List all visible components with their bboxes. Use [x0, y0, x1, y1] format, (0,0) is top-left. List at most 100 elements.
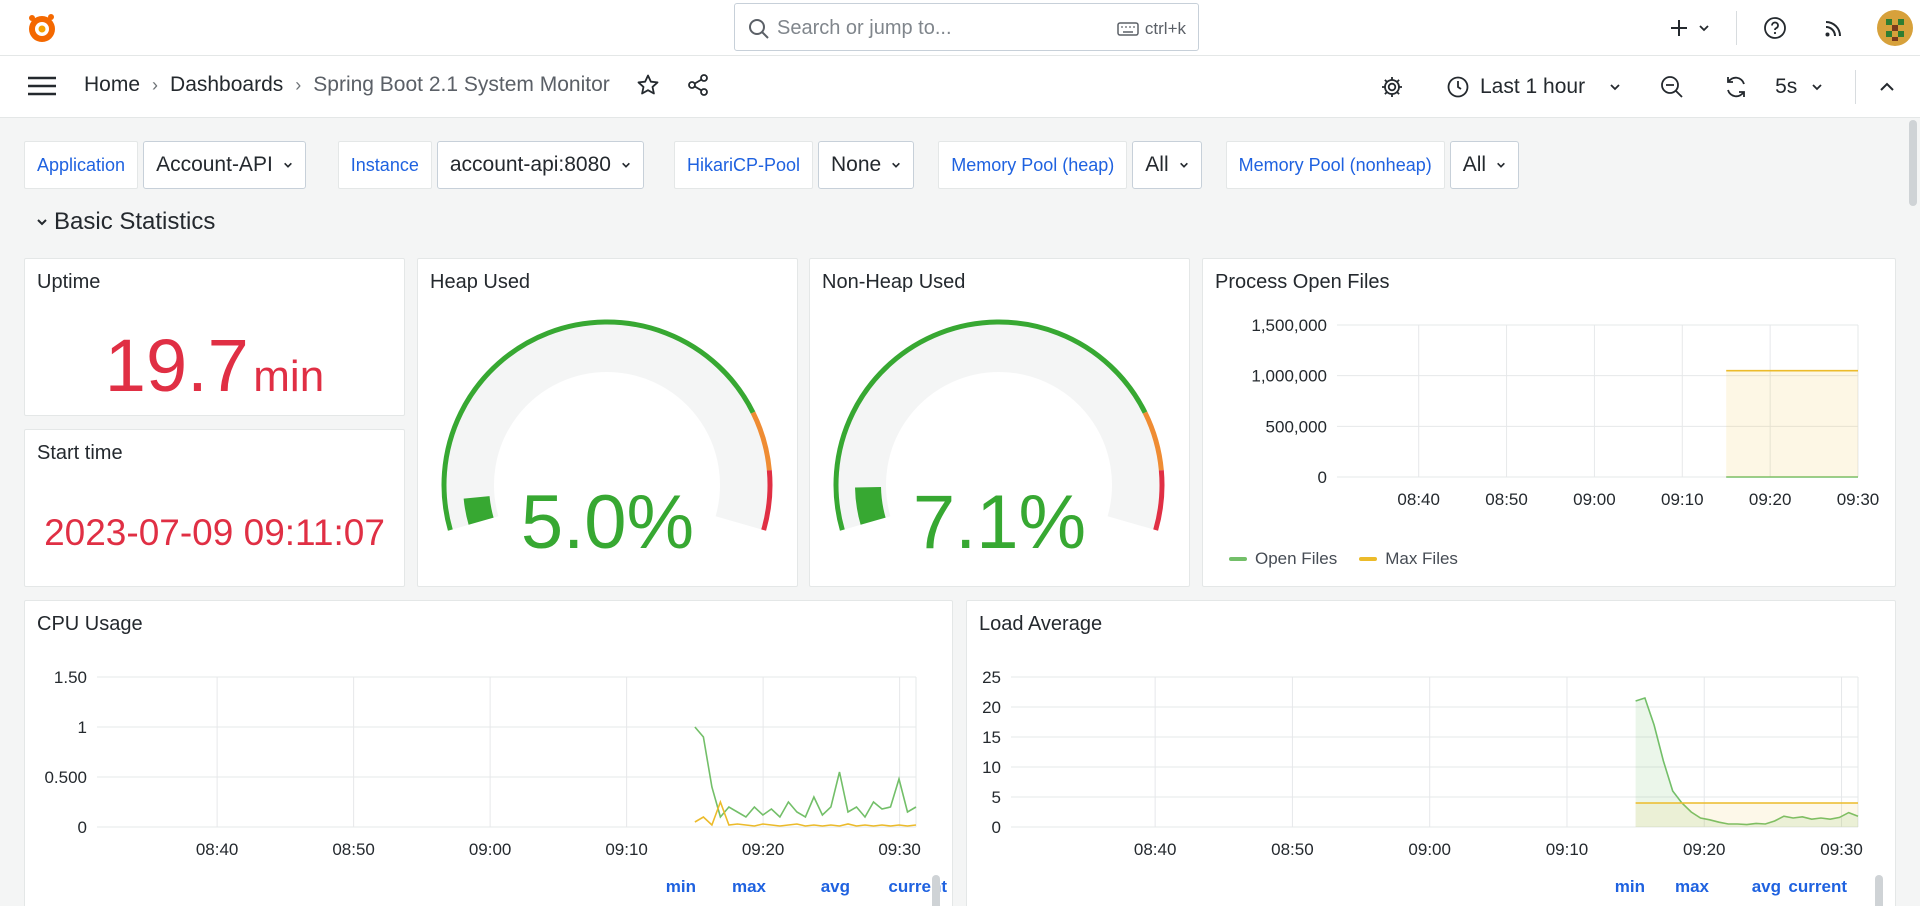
template-variables: Application Account-API Instance account…	[24, 141, 1520, 189]
y-tick-label: 0	[1318, 468, 1327, 487]
x-tick-label: 09:10	[1661, 490, 1704, 509]
panel-uptime[interactable]: Uptime 19.7 min	[24, 258, 405, 416]
variable-label-hikaricp-pool: HikariCP-Pool	[673, 141, 813, 189]
col-max[interactable]: max	[696, 877, 766, 897]
load-legend-table-header: min max avg current	[1577, 877, 1847, 897]
legend-item-open-files[interactable]: Open Files	[1229, 549, 1337, 569]
menu-icon[interactable]	[26, 74, 58, 98]
col-min[interactable]: min	[1577, 877, 1645, 897]
search-shortcut-text: ctrl+k	[1144, 19, 1186, 38]
zoom-out-icon[interactable]	[1659, 74, 1685, 100]
panel-title: CPU Usage	[37, 613, 143, 635]
col-avg[interactable]: avg	[1709, 877, 1781, 897]
uptime-value: 19.7	[104, 324, 249, 407]
variable-select-application[interactable]: Account-API	[143, 141, 306, 189]
panel-start-time[interactable]: Start time 2023-07-09 09:11:07	[24, 429, 405, 587]
chevron-down-icon	[1179, 162, 1188, 168]
star-icon[interactable]	[636, 73, 660, 97]
breadcrumb-current: Spring Boot 2.1 System Monitor	[313, 73, 610, 96]
search-icon	[749, 19, 769, 39]
col-current[interactable]: current	[1781, 877, 1847, 897]
panel-load-average[interactable]: Load Average 25 20 15 10 5 0 08:40 08:50 09:00 09…	[966, 600, 1896, 906]
panel-process-open-files[interactable]: Process Open Files 1,500,000 1,000,000 500…	[1202, 258, 1896, 587]
chevron-up-icon[interactable]	[1878, 78, 1896, 96]
grafana-logo-icon[interactable]	[24, 10, 60, 46]
search-shortcut: ctrl+k	[1117, 19, 1186, 39]
breadcrumb: Home › Dashboards › Spring Boot 2.1 Syst…	[84, 73, 710, 97]
y-tick-label: 1.50	[54, 668, 87, 687]
variable-value: All	[1462, 153, 1487, 176]
chevron-down-icon	[1812, 84, 1822, 91]
series-area-cores	[1635, 803, 1858, 827]
new-menu-button[interactable]	[1668, 17, 1710, 39]
col-max[interactable]: max	[1645, 877, 1709, 897]
chevron-down-icon	[1699, 25, 1709, 32]
variable-value: Account-API	[156, 153, 273, 176]
panel-title: Non-Heap Used	[822, 271, 966, 293]
keyboard-icon	[1117, 22, 1139, 36]
top-bar-actions	[1668, 0, 1913, 56]
series-line-process	[694, 799, 917, 827]
start-time-value: 2023-07-09 09:11:07	[44, 512, 385, 553]
x-tick-label: 09:30	[878, 840, 921, 859]
avatar[interactable]	[1877, 10, 1913, 46]
news-rss-icon[interactable]	[1823, 17, 1845, 39]
y-tick-label: 0	[992, 818, 1001, 837]
search-placeholder: Search or jump to...	[777, 17, 952, 39]
refresh-icon[interactable]	[1723, 74, 1749, 100]
variable-select-hikaricp-pool[interactable]: None	[818, 141, 915, 189]
y-tick-label: 0.500	[44, 768, 87, 787]
uptime-stat: 19.7 min	[25, 323, 404, 408]
row-header-basic-statistics[interactable]: Basic Statistics	[36, 208, 215, 236]
variable-label-instance: Instance	[337, 141, 432, 189]
x-tick-label: 08:40	[196, 840, 239, 859]
x-tick-label: 09:30	[1820, 840, 1863, 859]
load-average-chart: 25 20 15 10 5 0 08:40 08:50 09:00 09:10 09:20 09:30	[982, 668, 1863, 859]
legend-item-max-files[interactable]: Max Files	[1359, 549, 1458, 569]
x-tick-label: 09:00	[1573, 490, 1616, 509]
page-scrollbar[interactable]	[1909, 120, 1917, 206]
open-files-legend: Open Files Max Files	[1229, 549, 1458, 569]
legend-scrollbar[interactable]	[1875, 875, 1883, 906]
panel-title: Uptime	[37, 271, 101, 293]
legend-label: Open Files	[1255, 549, 1338, 568]
share-icon[interactable]	[686, 73, 710, 97]
chevron-right-icon: ›	[152, 74, 159, 95]
x-tick-label: 08:50	[1485, 490, 1528, 509]
plus-icon	[1671, 20, 1687, 36]
legend-scrollbar[interactable]	[932, 875, 940, 906]
variable-select-instance[interactable]: account-api:8080	[436, 141, 644, 189]
time-range-picker[interactable]: Last 1 hour	[1446, 75, 1621, 99]
chevron-down-icon	[1610, 84, 1620, 91]
col-avg[interactable]: avg	[766, 877, 850, 897]
chevron-down-icon	[622, 162, 630, 168]
x-tick-label: 08:50	[332, 840, 375, 859]
settings-gear-icon[interactable]	[1380, 75, 1404, 99]
search-box[interactable]: Search or jump to... ctrl+k	[734, 3, 1199, 51]
series-line-system	[694, 726, 917, 819]
x-tick-label: 09:20	[742, 840, 785, 859]
refresh-interval-picker[interactable]: 5s	[1775, 75, 1823, 99]
chevron-down-icon	[1497, 162, 1506, 168]
x-tick-label: 09:20	[1683, 840, 1726, 859]
y-tick-label: 25	[982, 668, 1001, 687]
variable-value: account-api:8080	[449, 153, 611, 176]
breadcrumb-home[interactable]: Home	[84, 73, 140, 97]
panel-heap-used[interactable]: Heap Used 5.0%	[417, 258, 798, 587]
panel-cpu-usage[interactable]: CPU Usage 1.50 1 0.500 0 08:40 08:50 09:00 09:1…	[24, 600, 953, 906]
breadcrumb-dashboards[interactable]: Dashboards	[170, 73, 283, 97]
help-icon[interactable]	[1763, 16, 1787, 40]
top-bar: Search or jump to... ctrl+k	[0, 0, 1920, 56]
x-tick-label: 09:30	[1837, 490, 1880, 509]
chevron-down-icon	[892, 162, 901, 168]
variable-select-memory-pool-nonheap[interactable]: All	[1449, 141, 1520, 189]
panel-non-heap-used[interactable]: Non-Heap Used 7.1%	[809, 258, 1190, 587]
nonheap-value: 7.1%	[912, 480, 1087, 565]
variable-select-memory-pool-heap[interactable]: All	[1132, 141, 1202, 189]
y-tick-label: 20	[982, 698, 1001, 717]
chevron-down-icon	[283, 162, 292, 168]
col-min[interactable]: min	[628, 877, 696, 897]
heap-value: 5.0%	[520, 480, 695, 565]
x-tick-label: 09:20	[1749, 490, 1792, 509]
time-range-label: Last 1 hour	[1480, 75, 1586, 98]
